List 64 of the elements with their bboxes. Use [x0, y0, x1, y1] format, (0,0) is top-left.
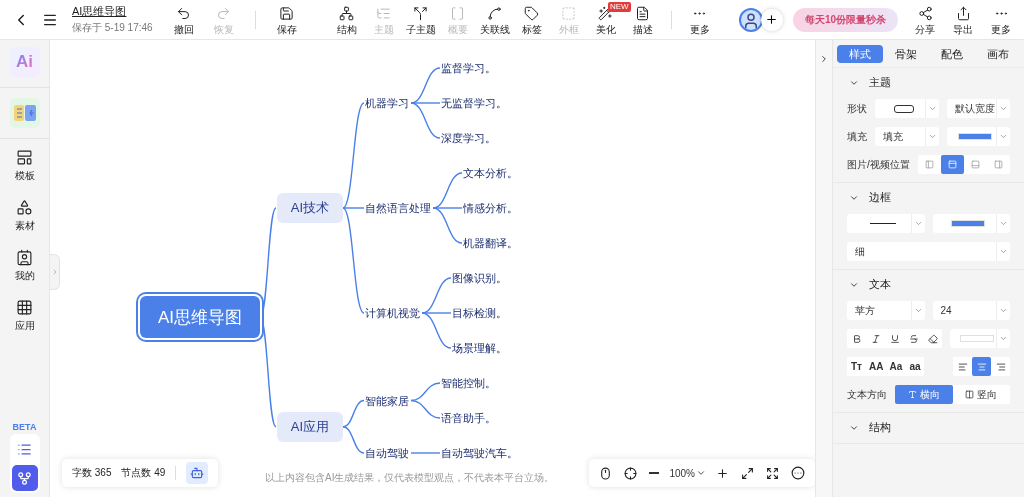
subtopic-node[interactable]: 场景理解。	[452, 340, 507, 356]
toolbar-button[interactable]: 结构	[331, 2, 362, 37]
sidebar-item[interactable]: 模板	[14, 149, 35, 183]
dropdown-select[interactable]: 默认宽度	[946, 99, 1010, 118]
section-title: 文本	[869, 278, 891, 292]
subtopic-node[interactable]: 自动驾驶	[365, 445, 409, 461]
toolbar-button[interactable]: 标签	[516, 2, 547, 37]
toolbar-button[interactable]: 更多	[684, 2, 715, 37]
toolbar-button[interactable]: 关联线	[479, 2, 510, 37]
beta-label: BETA	[12, 422, 37, 432]
field-label: 填充	[847, 129, 867, 144]
field-label: 文本方向	[847, 387, 887, 402]
toolbar-button[interactable]: 分享	[910, 2, 940, 37]
select-value: 细	[855, 244, 865, 259]
topic-node[interactable]: AI技术	[277, 193, 343, 223]
dropdown-select[interactable]: 填充	[875, 127, 939, 146]
direction-button[interactable]: 横向	[895, 385, 953, 404]
topic-node[interactable]: AI应用	[277, 411, 343, 442]
field-label: 图片/视频位置	[847, 157, 910, 172]
document-title[interactable]: AI思维导图	[72, 4, 153, 19]
toolbar-button[interactable]: 导出	[948, 2, 978, 37]
subtopic-node[interactable]: 智能家居	[365, 393, 409, 408]
panel-tab[interactable]: 配色	[929, 45, 975, 63]
sidebar-item[interactable]: 我的	[14, 249, 35, 283]
panel-tab[interactable]: 样式	[837, 45, 883, 63]
select-value: 苹方	[855, 303, 875, 318]
select-value: 填充	[883, 129, 903, 144]
dropdown-select[interactable]: 苹方	[847, 301, 925, 320]
select-value: 默认宽度	[954, 101, 995, 116]
subtopic-node[interactable]: 智能控制。	[441, 375, 496, 391]
section-title: 结构	[869, 421, 891, 435]
field-label: 形状	[847, 101, 867, 116]
select-value: 24	[940, 305, 952, 316]
zoom-select[interactable]: 100%	[669, 467, 706, 479]
subtopic-node[interactable]: 监督学习。	[441, 60, 496, 76]
dropdown-select[interactable]: 24	[932, 301, 1010, 320]
panel-tab[interactable]: 画布	[975, 45, 1021, 63]
toolbar-button[interactable]: 保存	[271, 2, 302, 37]
subtopic-node[interactable]: 文本分析。	[463, 165, 518, 181]
sidebar-item[interactable]: 素材	[14, 199, 35, 233]
subtopic-node[interactable]: 计算机视觉	[365, 305, 420, 321]
subtopic-node[interactable]: 语音助手。	[441, 410, 496, 426]
section-title: 边框	[869, 191, 891, 205]
subtopic-node[interactable]: 图像识别。	[452, 270, 507, 286]
toolbar-button[interactable]: 更多	[986, 2, 1016, 37]
sidebar-item[interactable]: 应用	[14, 299, 35, 333]
save-status: 保存于 5-19 17:46	[72, 21, 153, 35]
subtopic-node[interactable]: 无监督学习。	[441, 95, 507, 111]
toolbar-button[interactable]: 撤回	[168, 2, 199, 37]
word-count: 字数 365	[72, 466, 112, 480]
panel-tab[interactable]: 骨架	[883, 45, 929, 63]
toolbar-button[interactable]: 子主题	[405, 2, 436, 37]
subtopic-node[interactable]: 目标检测。	[452, 305, 507, 321]
subtopic-node[interactable]: 机器翻译。	[463, 235, 518, 251]
dropdown-select[interactable]: 细	[847, 242, 1010, 261]
disclaimer-text: 以上内容包含AI生成结果，仅代表模型观点，不代表本平台立场。	[265, 471, 555, 485]
new-badge: NEW	[607, 2, 631, 12]
node-count: 节点数 49	[121, 466, 166, 480]
subtopic-node[interactable]: 自动驾驶汽车。	[441, 445, 518, 461]
subtopic-node[interactable]: 自然语言处理	[365, 200, 431, 216]
subtopic-node[interactable]: 深度学习。	[441, 130, 496, 146]
subtopic-node[interactable]: 机器学习	[365, 95, 409, 111]
subtopic-node[interactable]: 情感分析。	[463, 200, 518, 216]
section-title: 主题	[869, 76, 891, 90]
